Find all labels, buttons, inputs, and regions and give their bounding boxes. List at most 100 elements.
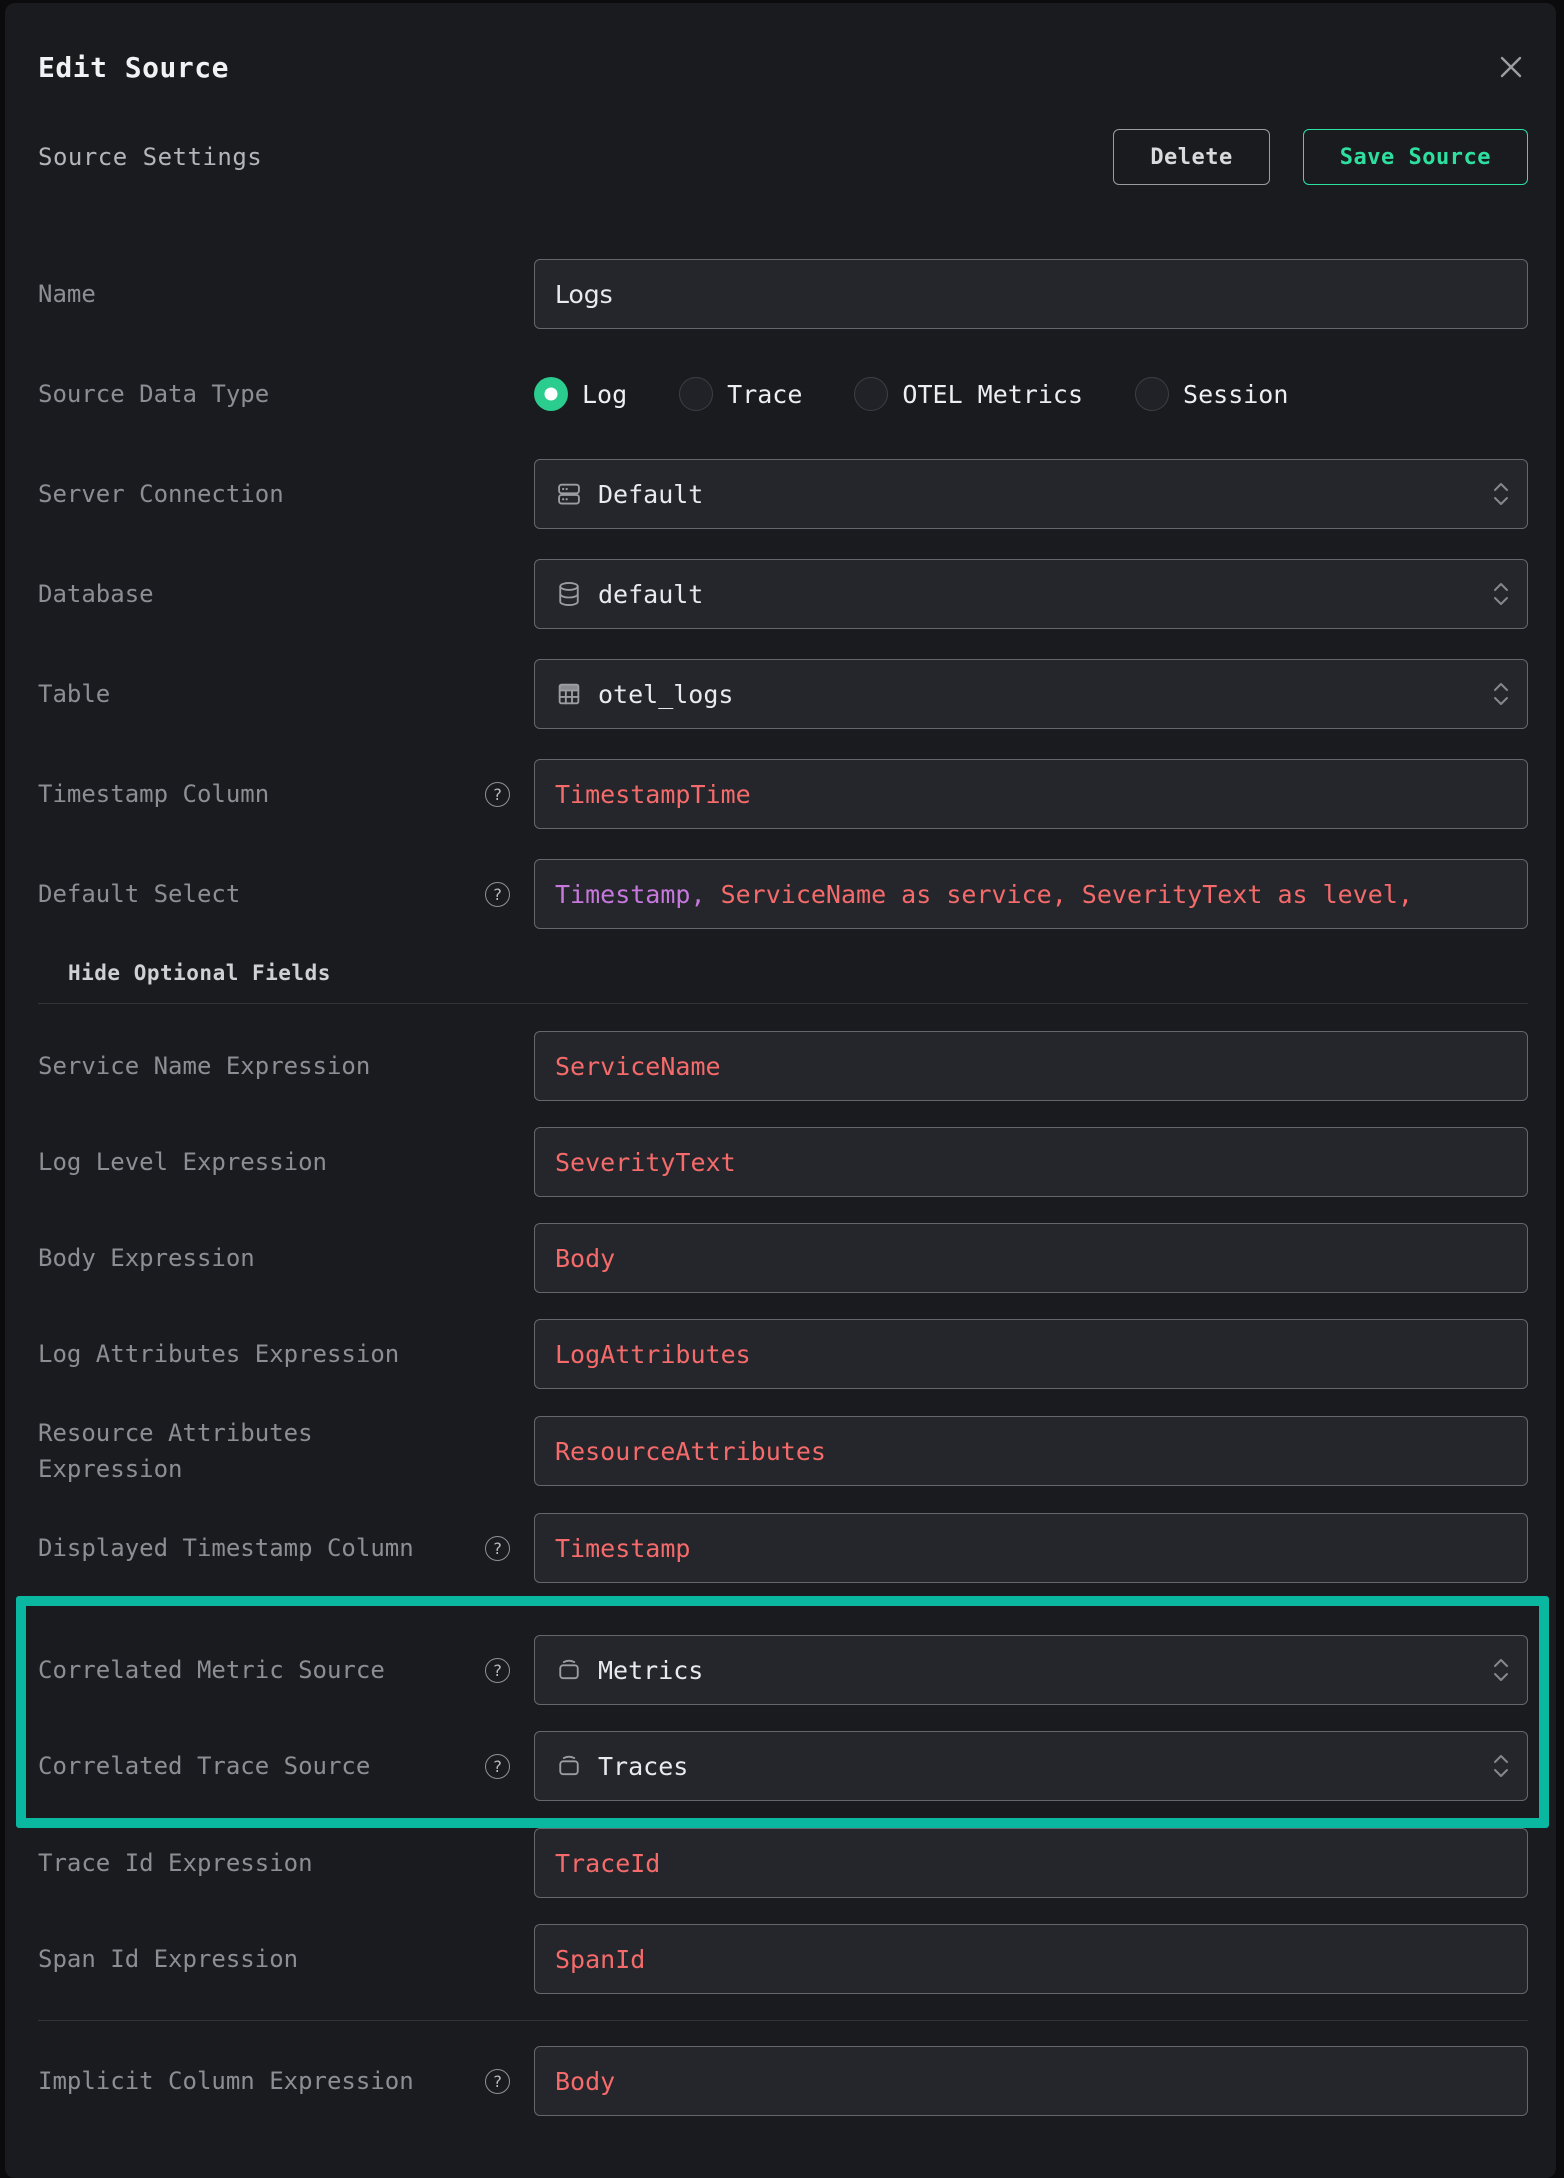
log-level-input[interactable]: SeverityText — [534, 1127, 1528, 1197]
displayed-timestamp-value: Timestamp — [555, 1534, 690, 1563]
body-expression-value: Body — [555, 1244, 615, 1273]
log-level-label: Log Level Expression — [38, 1144, 327, 1180]
server-connection-value: Default — [598, 480, 703, 509]
field-row-resource-attributes: Resource Attributes Expression ResourceA… — [38, 1415, 1528, 1487]
trace-id-input[interactable]: TraceId — [534, 1828, 1528, 1898]
body-expression-input[interactable]: Body — [534, 1223, 1528, 1293]
span-id-value: SpanId — [555, 1945, 645, 1974]
field-row-server-connection: Server Connection Default — [38, 459, 1528, 529]
default-select-label: Default Select — [38, 876, 240, 912]
database-select[interactable]: default — [534, 559, 1528, 629]
chevron-selector-icon — [1491, 679, 1511, 709]
box-icon — [555, 1752, 583, 1780]
displayed-timestamp-input[interactable]: Timestamp — [534, 1513, 1528, 1583]
table-icon — [555, 680, 583, 708]
implicit-column-label: Implicit Column Expression — [38, 2063, 414, 2099]
help-icon[interactable]: ? — [485, 782, 510, 807]
database-icon — [555, 580, 583, 608]
field-row-correlated-trace: Correlated Trace Source ? Traces — [38, 1731, 1528, 1801]
section-divider — [38, 1003, 1528, 1004]
chevron-selector-icon — [1491, 579, 1511, 609]
field-row-source-data-type: Source Data Type Log Trace OTEL Metrics … — [38, 359, 1528, 429]
correlated-metric-select[interactable]: Metrics — [534, 1635, 1528, 1705]
correlated-sources-highlight: Correlated Metric Source ? Metrics — [16, 1596, 1549, 1828]
edit-source-modal: Edit Source Source Settings Delete Save … — [5, 3, 1556, 2178]
field-row-correlated-metric: Correlated Metric Source ? Metrics — [38, 1635, 1528, 1705]
section-heading: Source Settings — [38, 143, 262, 171]
table-label: Table — [38, 676, 110, 712]
radio-log-label: Log — [582, 380, 627, 409]
radio-log[interactable]: Log — [534, 377, 627, 411]
table-value: otel_logs — [598, 680, 733, 709]
field-row-service-name: Service Name Expression ServiceName — [38, 1031, 1528, 1101]
close-button[interactable] — [1494, 50, 1528, 84]
hide-optional-fields-toggle[interactable]: Hide Optional Fields — [38, 961, 1528, 985]
service-name-label: Service Name Expression — [38, 1048, 370, 1084]
implicit-column-input[interactable]: Body — [534, 2046, 1528, 2116]
field-row-table: Table otel_logs — [38, 659, 1528, 729]
field-row-timestamp-column: Timestamp Column ? TimestampTime — [38, 759, 1528, 829]
resource-attributes-label: Resource Attributes Expression — [38, 1415, 458, 1487]
help-icon[interactable]: ? — [485, 2069, 510, 2094]
help-icon[interactable]: ? — [485, 882, 510, 907]
default-select-value-red: ServiceName as service, SeverityText as … — [706, 880, 1413, 909]
field-row-log-level: Log Level Expression SeverityText — [38, 1127, 1528, 1197]
timestamp-column-label: Timestamp Column — [38, 776, 269, 812]
save-source-button[interactable]: Save Source — [1303, 129, 1528, 185]
source-data-type-label: Source Data Type — [38, 376, 269, 412]
radio-session-control[interactable] — [1135, 377, 1169, 411]
server-connection-select[interactable]: Default — [534, 459, 1528, 529]
help-icon[interactable]: ? — [485, 1754, 510, 1779]
action-buttons: Delete Save Source — [1113, 129, 1528, 185]
timestamp-column-input[interactable]: TimestampTime — [534, 759, 1528, 829]
server-connection-label: Server Connection — [38, 476, 284, 512]
implicit-column-value: Body — [555, 2067, 615, 2096]
log-attributes-label: Log Attributes Expression — [38, 1336, 399, 1372]
radio-session-label: Session — [1183, 380, 1288, 409]
database-label: Database — [38, 576, 154, 612]
field-row-implicit-column: Implicit Column Expression ? Body — [38, 2046, 1528, 2116]
default-select-value-purple: Timestamp, — [555, 880, 706, 909]
service-name-input[interactable]: ServiceName — [534, 1031, 1528, 1101]
correlated-trace-select[interactable]: Traces — [534, 1731, 1528, 1801]
help-icon[interactable]: ? — [485, 1536, 510, 1561]
log-attributes-value: LogAttributes — [555, 1340, 751, 1369]
correlated-metric-label: Correlated Metric Source — [38, 1652, 385, 1688]
timestamp-column-value: TimestampTime — [555, 780, 751, 809]
name-input[interactable]: Logs — [534, 259, 1528, 329]
source-data-type-radio-group: Log Trace OTEL Metrics Session — [534, 359, 1288, 429]
help-icon[interactable]: ? — [485, 1658, 510, 1683]
log-attributes-input[interactable]: LogAttributes — [534, 1319, 1528, 1389]
default-select-input[interactable]: Timestamp, ServiceName as service, Sever… — [534, 859, 1528, 929]
radio-otel-metrics[interactable]: OTEL Metrics — [854, 377, 1083, 411]
trace-id-label: Trace Id Expression — [38, 1845, 313, 1881]
database-value: default — [598, 580, 703, 609]
delete-button[interactable]: Delete — [1113, 129, 1269, 185]
displayed-timestamp-label: Displayed Timestamp Column — [38, 1530, 414, 1566]
settings-header: Source Settings Delete Save Source — [38, 129, 1528, 185]
radio-session[interactable]: Session — [1135, 377, 1288, 411]
span-id-label: Span Id Expression — [38, 1941, 298, 1977]
resource-attributes-input[interactable]: ResourceAttributes — [534, 1416, 1528, 1486]
radio-trace-control[interactable] — [679, 377, 713, 411]
close-icon — [1496, 52, 1526, 82]
span-id-input[interactable]: SpanId — [534, 1924, 1528, 1994]
table-select[interactable]: otel_logs — [534, 659, 1528, 729]
chevron-selector-icon — [1491, 479, 1511, 509]
body-expression-label: Body Expression — [38, 1240, 255, 1276]
service-name-value: ServiceName — [555, 1052, 721, 1081]
section-divider — [38, 2020, 1528, 2021]
radio-trace[interactable]: Trace — [679, 377, 802, 411]
field-row-log-attributes: Log Attributes Expression LogAttributes — [38, 1319, 1528, 1389]
box-icon — [555, 1656, 583, 1684]
radio-otel-metrics-label: OTEL Metrics — [902, 380, 1083, 409]
field-row-trace-id: Trace Id Expression TraceId — [38, 1828, 1528, 1898]
log-level-value: SeverityText — [555, 1148, 736, 1177]
radio-trace-label: Trace — [727, 380, 802, 409]
field-row-default-select: Default Select ? Timestamp, ServiceName … — [38, 859, 1528, 929]
field-row-database: Database default — [38, 559, 1528, 629]
resource-attributes-value: ResourceAttributes — [555, 1437, 826, 1466]
radio-log-control[interactable] — [534, 377, 568, 411]
radio-otel-metrics-control[interactable] — [854, 377, 888, 411]
name-label: Name — [38, 276, 96, 312]
